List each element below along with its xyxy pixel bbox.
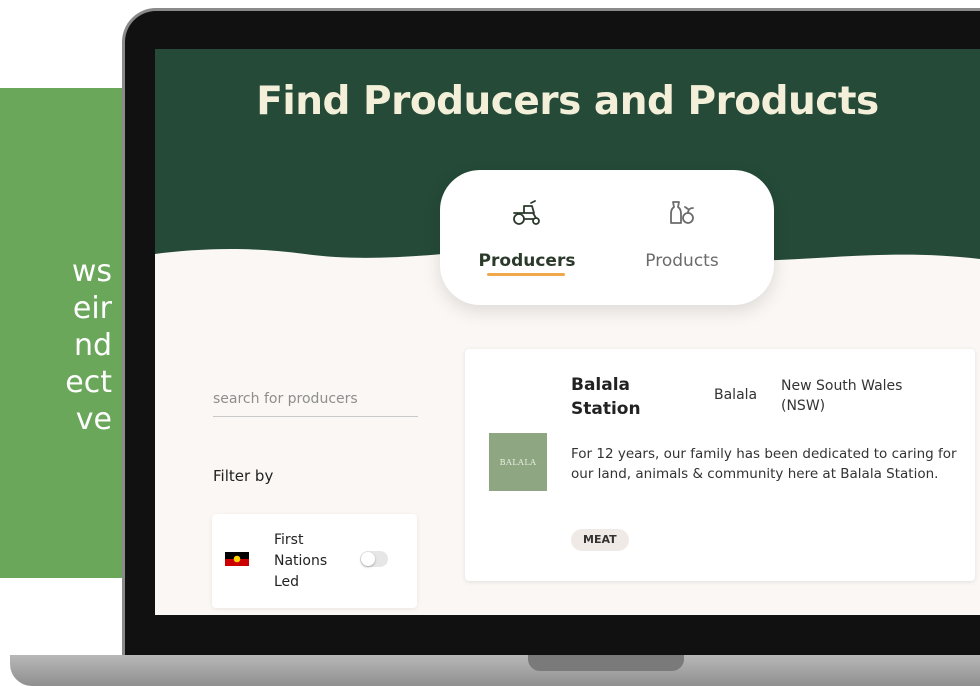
producer-state: New South Wales (NSW) — [781, 378, 903, 414]
promo-line: ve — [75, 402, 112, 437]
tab-label: Producers — [478, 251, 576, 271]
laptop-notch — [528, 655, 684, 671]
tab-label: Products — [645, 251, 719, 271]
producer-card[interactable]: BALALA Balala Station Balala New South W… — [465, 349, 975, 581]
search-input[interactable] — [213, 381, 418, 417]
producer-description: For 12 years, our family has been dedica… — [571, 446, 957, 482]
laptop-base — [10, 655, 980, 686]
producer-town: Balala — [714, 387, 758, 403]
first-nations-toggle[interactable] — [360, 551, 388, 567]
category-tag[interactable]: MEAT — [571, 529, 629, 551]
promo-line: ws — [71, 254, 112, 289]
produce-icon — [670, 201, 694, 224]
promo-line: nd — [73, 328, 112, 363]
filter-name: First Nations Led — [274, 532, 328, 590]
aboriginal-flag-icon — [225, 552, 249, 566]
promo-line: eir — [72, 291, 112, 326]
tab-producers[interactable]: Producers — [467, 170, 587, 305]
app-screen: Find Producers and Products Producers Pr… — [155, 49, 980, 615]
tractor-icon — [513, 200, 540, 225]
toggle-knob — [361, 552, 375, 566]
tab-switcher: Producers Products — [440, 170, 774, 305]
active-tab-indicator — [487, 273, 565, 276]
filter-by-label: Filter by — [213, 467, 274, 485]
tab-products[interactable]: Products — [622, 170, 742, 305]
logo-text: BALALA — [499, 457, 537, 467]
producer-logo: BALALA — [489, 433, 547, 491]
page-title: Find Producers and Products — [256, 79, 879, 124]
filter-first-nations: First Nations Led — [212, 514, 417, 608]
promo-line: ect — [65, 365, 112, 400]
producer-name[interactable]: Balala Station — [571, 373, 681, 421]
promo-text: ws eir nd ect ve — [65, 253, 112, 438]
